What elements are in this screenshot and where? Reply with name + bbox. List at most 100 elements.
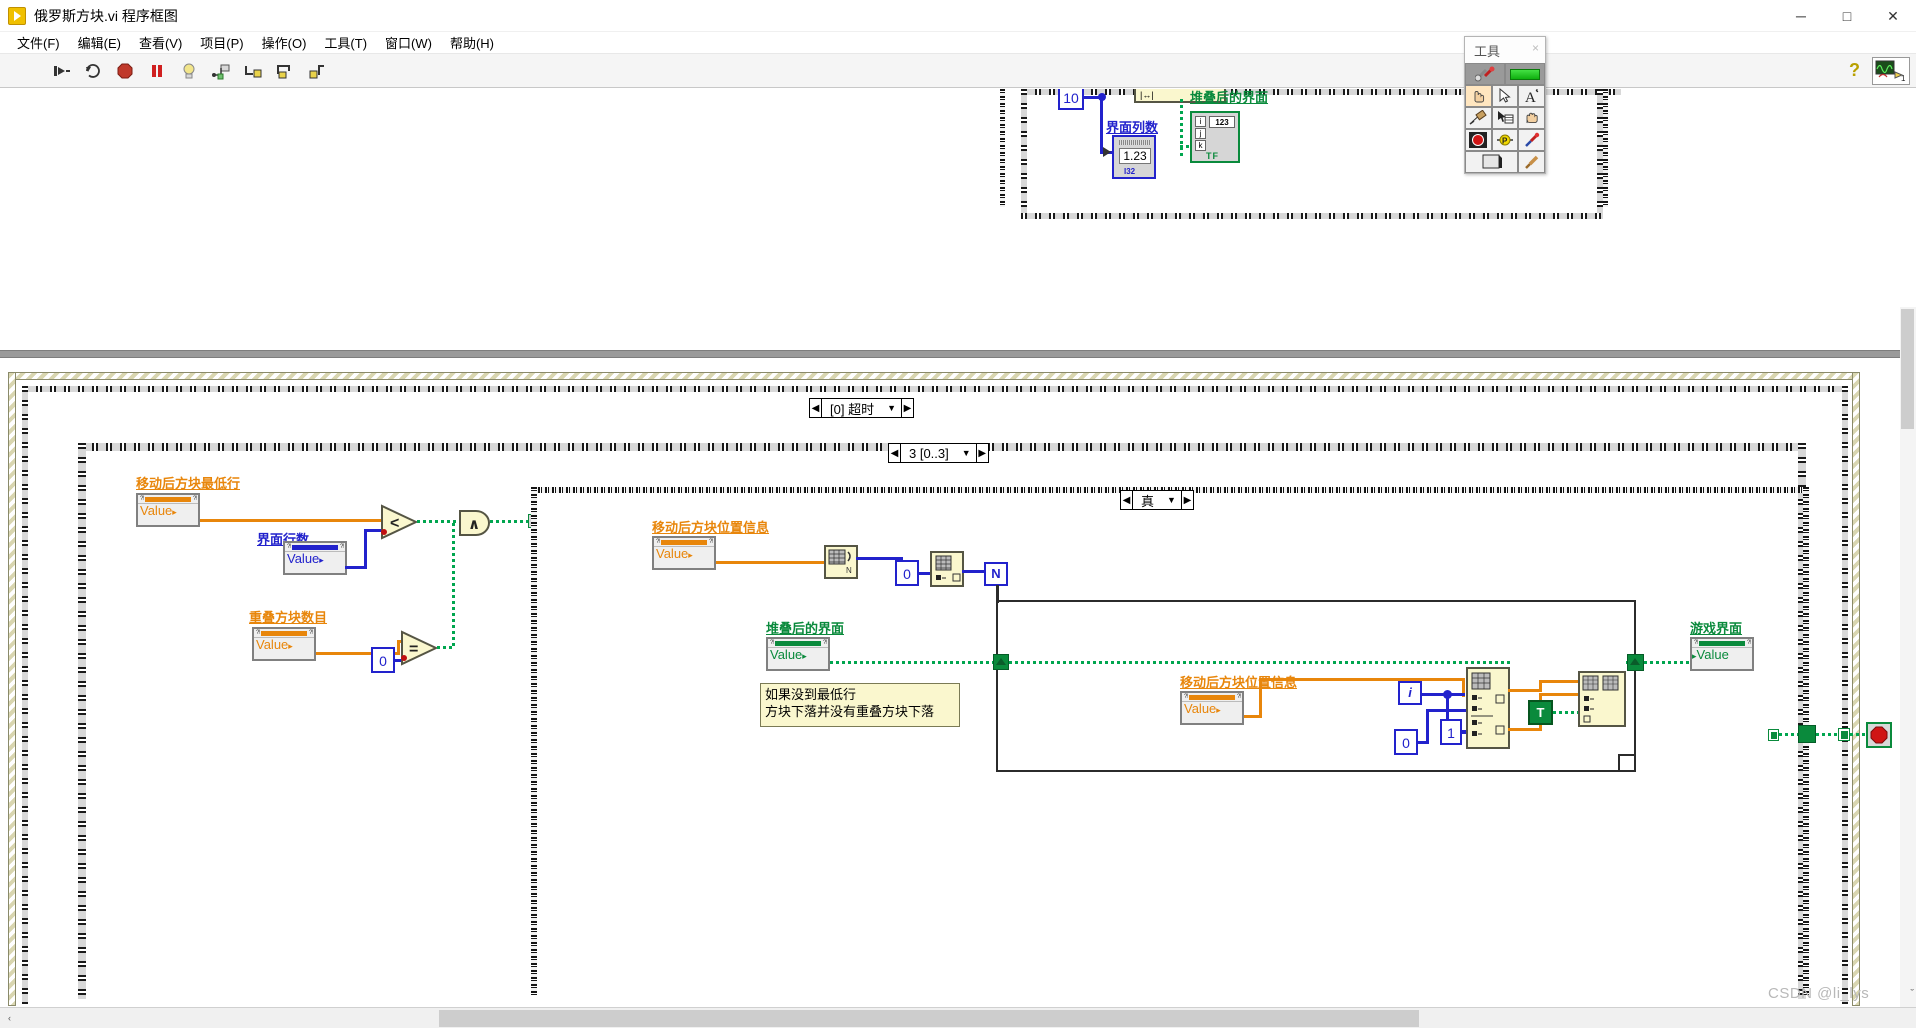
event-structure-case-selector[interactable]: ◀ [0] 超时 ▼ ▶ [809,398,914,418]
scroll-left-arrow[interactable]: ‹ [0,1009,19,1028]
run-continuously-button[interactable] [82,60,104,82]
prop-value-text: Value [1696,647,1729,662]
diagram-comment[interactable]: 如果没到最低行 方块下落并没有重叠方块下落 [760,683,960,727]
wire-segment [1508,689,1542,692]
waveform-graph-icon[interactable]: 1 [1872,57,1910,85]
tools-palette[interactable]: 工具 × A P [1464,36,1546,174]
numeric-constant-zero-a[interactable]: 0 [895,560,919,586]
prev-frame-arrow[interactable]: ◀ [889,444,901,462]
menu-file[interactable]: 文件(F) [8,31,69,54]
prop-node-lowest-row-after-move[interactable]: ?!?! Value▸ [136,493,200,527]
next-case-arrow[interactable]: ▶ [901,399,913,417]
minimize-button[interactable]: ─ [1778,0,1824,32]
hscroll-track[interactable] [19,1008,1916,1028]
vscroll-thumb[interactable] [1901,309,1914,429]
index-array-function-1[interactable] [930,551,964,587]
flat-sequence-frame-selector[interactable]: ◀ 3 [0..3] ▼ ▶ [888,443,989,463]
scroll-window-hand-icon[interactable] [1518,107,1545,129]
vertical-scrollbar[interactable] [1900,307,1916,1007]
step-over-button[interactable] [274,60,296,82]
for-loop-tunnel-in[interactable] [993,654,1009,670]
for-loop-resize-corner[interactable] [1618,754,1634,770]
for-loop-index-terminal[interactable]: i [1398,681,1422,705]
label-overlap-block-count: 重叠方块数目 [249,610,328,625]
menu-view[interactable]: 查看(V) [130,31,191,54]
wire-segment [1508,728,1542,731]
pause-button[interactable] [146,60,168,82]
prop-node-block-position-info-2[interactable]: ?!?! Value▸ [1180,691,1244,725]
prop-node-overlap-block-count[interactable]: ?!?! Value▸ [252,627,316,661]
terminal-arrow-icon [1103,147,1111,157]
block-diagram-canvas[interactable]: 10 |↔| 界面列数 1.23 I32 堆叠后的界面 i j k 123 TF… [0,89,1916,1007]
cluster-terminal-stacked-interface[interactable]: i j k 123 TF [1190,111,1240,163]
probe-data-icon[interactable]: P [1491,129,1519,151]
scroll-down-arrow[interactable]: ˇ [1910,988,1914,1000]
case-dropdown-icon[interactable]: ▼ [1162,495,1181,505]
wire-segment [1259,678,1262,718]
retain-wire-values-button[interactable] [210,60,232,82]
less-than-function[interactable]: < [380,504,419,540]
stop-button-terminal[interactable] [1866,722,1892,748]
for-loop-tunnel-out[interactable] [1627,654,1644,671]
frame-dropdown-icon[interactable]: ▼ [957,448,976,458]
operate-value-hand-icon[interactable] [1465,85,1492,107]
abort-execution-button[interactable] [114,60,136,82]
close-icon[interactable]: × [1532,41,1539,55]
prop-node-game-interface[interactable]: ?!?! ▸Value [1690,637,1754,671]
maximize-button[interactable]: □ [1824,0,1870,32]
array-size-function[interactable]: N [824,545,858,579]
menu-operate[interactable]: 操作(O) [253,31,316,54]
menu-tools[interactable]: 工具(T) [315,31,376,54]
prop-value-text: Value [770,647,803,662]
menu-edit[interactable]: 编辑(E) [69,31,130,54]
horizontal-scrollbar[interactable]: ‹ [0,1007,1916,1028]
prop-node-stacked-interface[interactable]: ?!?! Value▸ [766,637,830,671]
edit-text-icon[interactable]: A [1518,85,1545,107]
close-button[interactable]: ✕ [1870,0,1916,32]
prop-node-block-position-info-1[interactable]: ?!?! Value▸ [652,536,716,570]
automatic-tool-selection-icon[interactable] [1465,63,1505,85]
connect-wire-spool-icon[interactable] [1465,107,1492,129]
position-size-select-icon[interactable] [1491,85,1519,107]
set-clear-breakpoint-icon[interactable] [1465,129,1492,151]
step-out-button[interactable] [306,60,328,82]
numeric-constant-zero-b[interactable]: 0 [1394,729,1418,755]
next-case-arrow[interactable]: ▶ [1180,491,1193,509]
help-question-icon[interactable]: ? [1849,60,1860,81]
menu-window[interactable]: 窗口(W) [376,31,441,54]
sequence-tunnel[interactable] [1798,725,1816,743]
paint-brush-icon[interactable] [1518,151,1545,173]
prop-node-interface-rows[interactable]: ?!?! Value▸ [283,541,347,575]
index-array-function-2[interactable] [1466,667,1510,749]
get-color-dropper-icon[interactable] [1518,129,1545,151]
while-loop-tunnel[interactable] [1838,728,1850,741]
tools-palette-grid: A P [1465,85,1545,173]
case-dropdown-icon[interactable]: ▼ [882,403,901,413]
for-loop-count-terminal[interactable]: N [984,562,1008,586]
true-constant[interactable]: T [1528,700,1553,725]
wire-segment [962,570,986,573]
numeric-constant-10[interactable]: 10 [1058,89,1084,110]
numeric-constant-zero-c[interactable]: 0 [371,647,395,673]
menu-project[interactable]: 项目(P) [191,31,252,54]
case-structure-selector[interactable]: ◀ 真 ▼ ▶ [1120,490,1194,510]
and-function[interactable]: ∧ [458,509,492,537]
numeric-constant-one[interactable]: 1 [1440,719,1462,745]
prev-case-arrow[interactable]: ◀ [810,399,822,417]
set-color-icon[interactable] [1465,151,1519,173]
prop-value-text: Value [287,551,320,566]
menu-help[interactable]: 帮助(H) [441,31,503,54]
terminal-interface-columns[interactable]: 1.23 I32 [1112,135,1156,179]
prev-case-arrow[interactable]: ◀ [1121,491,1133,509]
step-into-button[interactable] [242,60,264,82]
object-shortcut-menu-icon[interactable] [1491,107,1519,129]
next-frame-arrow[interactable]: ▶ [975,444,988,462]
case-border-left-fragment [1000,89,1005,207]
hscroll-thumb[interactable] [439,1009,1419,1027]
run-button[interactable] [50,60,72,82]
case-structure-tunnel-right[interactable] [1768,729,1779,741]
svg-text:A: A [1525,90,1536,104]
replace-array-subset-function[interactable] [1578,671,1626,727]
highlight-execution-button[interactable] [178,60,200,82]
equal-to-function[interactable]: = [400,630,439,666]
